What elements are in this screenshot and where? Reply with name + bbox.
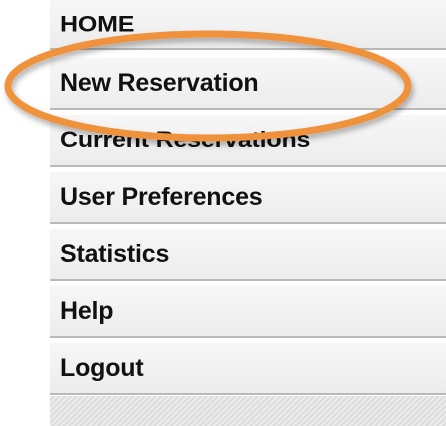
menu-item-new-reservation[interactable]: New Reservation <box>50 58 446 110</box>
menu-item-label: Logout <box>60 353 144 382</box>
menu-item-current-reservations[interactable]: Current Reservations <box>50 115 446 167</box>
menu-item-label: HOME <box>60 10 135 37</box>
menu-item-label: New Reservation <box>60 68 259 97</box>
menu-item-label: Current Reservations <box>60 126 311 153</box>
menu-footer-bar <box>50 396 446 426</box>
menu-item-home[interactable]: HOME <box>50 0 446 50</box>
menu-item-label: Help <box>60 296 114 325</box>
menu-item-label: Statistics <box>60 239 170 268</box>
navigation-menu: HOME New Reservation Current Reservation… <box>50 0 446 426</box>
menu-item-help[interactable]: Help <box>50 286 446 338</box>
menu-item-label: User Preferences <box>60 182 263 211</box>
menu-item-user-preferences[interactable]: User Preferences <box>50 172 446 224</box>
menu-item-statistics[interactable]: Statistics <box>50 229 446 281</box>
menu-item-logout[interactable]: Logout <box>50 343 446 395</box>
